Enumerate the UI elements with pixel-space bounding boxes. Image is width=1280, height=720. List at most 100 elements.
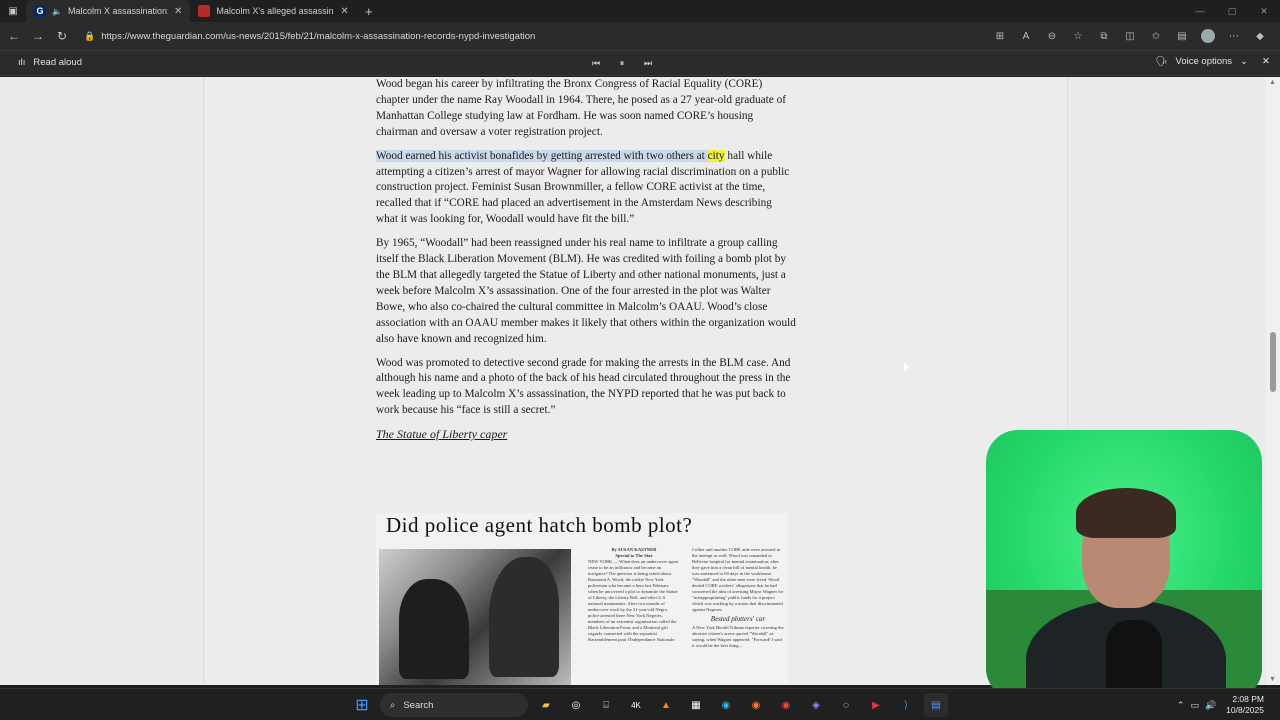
collections-icon[interactable]: ▤ [1170, 24, 1194, 48]
app-icon-circle[interactable]: ◎ [564, 693, 588, 717]
taskbar-search-label: Search [403, 699, 434, 711]
vscode-icon[interactable]: ⟩ [894, 693, 918, 717]
forward-icon[interactable]: → [26, 24, 50, 48]
window-controls: — ▢ ✕ [1184, 0, 1280, 22]
refresh-icon[interactable]: ↻ [50, 24, 74, 48]
clipping-column-2: Collier and another CORE aide were arres… [692, 547, 784, 649]
clipping-subhead: Bested plotters' car [710, 615, 766, 623]
more-tools-icon[interactable]: ⊖ [1040, 24, 1064, 48]
minimize-icon[interactable]: — [1184, 0, 1216, 22]
scrollbar-thumb[interactable] [1270, 332, 1276, 392]
vertical-scrollbar[interactable]: ▲ ▼ [1266, 77, 1280, 685]
voice-options: 🗣 Voice options ⌄ ✕ [1155, 56, 1270, 67]
read-aloud-control[interactable]: ılı Read aloud [18, 57, 82, 68]
scroll-up-icon[interactable]: ▲ [1269, 79, 1276, 86]
app-4k-icon[interactable]: 4K [624, 693, 648, 717]
read-aloud-icon[interactable]: A [1014, 24, 1038, 48]
start-windows-icon[interactable]: ⊞ [350, 693, 374, 717]
chrome-icon[interactable]: ◉ [774, 693, 798, 717]
taskbar-apps: ⊞ ⌕ Search ▰ ◎ ⌸ 4K ▲ ▦ ◉ ◉ ◉ ◈ ◌ ▶ ⟩ ▤ [350, 693, 948, 717]
close-read-aloud-icon[interactable]: ✕ [1262, 56, 1270, 67]
clipping-photo [379, 549, 571, 685]
tab-title: Malcolm X assassination: 50 [67, 6, 168, 16]
close-tab-icon[interactable]: ✕ [340, 6, 348, 17]
taskbar: ⊞ ⌕ Search ▰ ◎ ⌸ 4K ▲ ▦ ◉ ◉ ◉ ◈ ◌ ▶ ⟩ ▤ … [0, 688, 1280, 720]
clipping-column-2-text-b: A New York Herald Tribune reporter cover… [692, 625, 784, 648]
edge-icon[interactable]: ◉ [714, 693, 738, 717]
tab-alleged-assassin[interactable]: Malcolm X's alleged assassin hid ✕ [190, 0, 356, 22]
notes-app-icon[interactable]: ▤ [924, 693, 948, 717]
read-aloud-sound-icon: ılı [18, 57, 26, 68]
next-icon[interactable]: ⏭ [640, 55, 656, 71]
tray-icons: ⌃ ▭ 🔊 [1177, 700, 1216, 711]
previous-icon[interactable]: ⏮ [588, 55, 604, 71]
scroll-down-icon[interactable]: ▼ [1269, 676, 1276, 683]
new-tab-icon[interactable]: + [357, 0, 381, 23]
chevron-up-icon[interactable]: ⌃ [1177, 700, 1185, 711]
read-aloud-bar: ılı Read aloud ⏮ ⏸ ⏭ 🗣 Voice options ⌄ ✕ [0, 50, 1280, 76]
vlc-icon[interactable]: ▲ [654, 693, 678, 717]
obs-icon[interactable]: ◌ [834, 693, 858, 717]
paragraph-4: Wood was promoted to detective second gr… [376, 356, 791, 417]
paragraph-2: Wood earned his activist bonafides by ge… [376, 149, 796, 229]
toolbar-icons: ⊞ A ⊖ ☆ ⧉ ◫ ✩ ▤ ⋯ ◆ [988, 24, 1272, 48]
address-bar-row: ← → ↻ 🔒 https://www.theguardian.com/us-n… [0, 22, 1280, 50]
clock[interactable]: 2:08 PM 10/8/2025 [1226, 694, 1264, 716]
voice-options-label[interactable]: Voice options [1176, 56, 1233, 67]
clipping-column-2-text: Collier and another CORE aide were arres… [692, 547, 784, 612]
section-subheading: The Statue of Liberty caper [376, 427, 508, 442]
clipping-headline: Did police agent hatch bomb plot? [386, 513, 693, 537]
voice-options-icon[interactable]: 🗣 [1155, 56, 1167, 67]
maximize-icon[interactable]: ▢ [1216, 0, 1248, 22]
copilot-icon[interactable]: ◆ [1248, 24, 1272, 48]
firefox-icon[interactable]: ◉ [744, 693, 768, 717]
webcam-person-hair [1076, 488, 1176, 538]
app-view-icon[interactable]: ⊞ [988, 24, 1012, 48]
taskbar-search[interactable]: ⌕ Search [380, 693, 528, 717]
lock-icon[interactable]: 🔒 [84, 31, 95, 42]
favorites-icon[interactable]: ✩ [1144, 24, 1168, 48]
newspaper-clipping: Did police agent hatch bomb plot? By SUS… [376, 513, 788, 685]
guardian-favicon-icon: G [34, 5, 46, 17]
close-window-icon[interactable]: ✕ [1248, 0, 1280, 22]
chevron-down-icon[interactable]: ⌄ [1240, 56, 1248, 67]
webcam-overlay [986, 430, 1262, 700]
page-favicon-icon [198, 5, 211, 17]
playback-controls: ⏮ ⏸ ⏭ [588, 55, 656, 71]
tab-malcolm-x-assassination[interactable]: G 🔈 Malcolm X assassination: 50 ✕ [26, 0, 191, 22]
read-aloud-highlight: Wood earned his activist bonafides by ge… [376, 149, 708, 162]
profile-avatar[interactable] [1201, 29, 1215, 43]
article-body: Wood began his career by infiltrating th… [376, 77, 796, 451]
file-explorer-icon[interactable]: ▰ [534, 693, 558, 717]
menu-icon[interactable]: ⋯ [1222, 24, 1246, 48]
back-icon[interactable]: ← [2, 24, 26, 48]
pause-icon[interactable]: ⏸ [614, 55, 630, 71]
close-tab-icon[interactable]: ✕ [174, 6, 182, 17]
tab-actions-icon[interactable]: ▣ [0, 0, 26, 23]
tab-strip: ▣ G 🔈 Malcolm X assassination: 50 ✕ Malc… [0, 0, 1280, 22]
current-word-highlight: city [707, 149, 725, 162]
read-aloud-label: Read aloud [33, 57, 82, 68]
mute-icon[interactable]: 🔈 [52, 7, 62, 16]
mouse-cursor-icon [904, 362, 909, 372]
paragraph-3: By 1965, “Woodall” had been reassigned u… [376, 237, 796, 345]
volume-icon[interactable]: 🔊 [1205, 700, 1216, 711]
search-icon: ⌕ [390, 699, 396, 711]
clock-time: 2:08 PM [1232, 694, 1264, 704]
split-screen-icon[interactable]: ◫ [1118, 24, 1142, 48]
media-player-icon[interactable]: ▶ [864, 693, 888, 717]
url-text: https://www.theguardian.com/us-news/2015… [101, 30, 536, 42]
clipping-column-1: By SUSAN KASTNER Special to The Star NEW… [588, 547, 680, 643]
extensions-icon[interactable]: ⧉ [1092, 24, 1116, 48]
network-icon[interactable]: ▭ [1190, 700, 1199, 711]
photo-figure-left [399, 579, 469, 679]
calculator-icon[interactable]: ▦ [684, 693, 708, 717]
photo-figure-right [489, 557, 559, 677]
discord-icon[interactable]: ◈ [804, 693, 828, 717]
url-field[interactable]: 🔒 https://www.theguardian.com/us-news/20… [80, 25, 1010, 47]
tab-title: Malcolm X's alleged assassin hid [216, 6, 334, 16]
clipping-column-1-text: NEW YORK — When does an undercover agent… [588, 559, 679, 642]
system-tray: ⌃ ▭ 🔊 2:08 PM 10/8/2025 [1177, 694, 1264, 716]
terminal-icon[interactable]: ⌸ [594, 693, 618, 717]
favorite-star-icon[interactable]: ☆ [1066, 24, 1090, 48]
